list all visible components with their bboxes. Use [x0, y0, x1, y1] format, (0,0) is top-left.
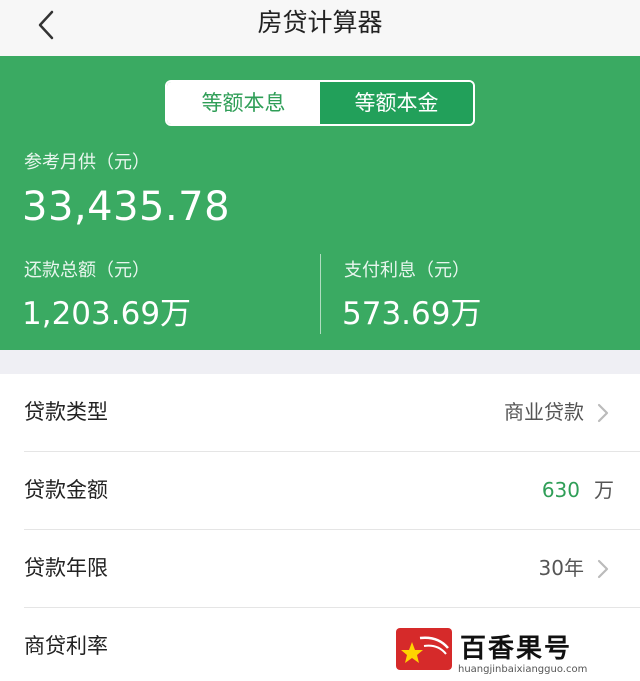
interest-value: 573.69万 [342, 296, 482, 332]
watermark-text: 百香果号 [460, 634, 573, 664]
total-repayment-value: 1,203.69万 [22, 296, 192, 332]
loan-type-value: 商业贷款 [504, 400, 584, 424]
watermark-logo-icon [396, 628, 452, 670]
monthly-payment-label: 参考月供（元） [24, 152, 150, 173]
watermark-url: huangjinbaixiangguo.com [458, 664, 588, 675]
tab-equal-principal[interactable]: 等额本金 [320, 82, 473, 124]
watermark: 百香果号 huangjinbaixiangguo.com [392, 626, 640, 681]
loan-type-label: 贷款类型 [24, 400, 108, 424]
chevron-right-icon [597, 403, 609, 423]
loan-type-row[interactable]: 贷款类型 商业贷款 [0, 374, 640, 451]
loan-term-row[interactable]: 贷款年限 30年 [0, 530, 640, 607]
interest-label: 支付利息（元） [344, 260, 470, 281]
loan-amount-label: 贷款金额 [24, 478, 108, 502]
loan-amount-input[interactable]: 630 [542, 452, 580, 529]
monthly-payment-value: 33,435.78 [22, 184, 231, 230]
nav-bar: 房贷计算器 [0, 0, 640, 56]
tab-equal-installment[interactable]: 等额本息 [167, 82, 320, 124]
loan-term-label: 贷款年限 [24, 556, 108, 580]
total-repayment-label: 还款总额（元） [24, 260, 150, 281]
rate-label: 商贷利率 [24, 634, 108, 658]
loan-amount-unit: 万 [594, 478, 614, 502]
loan-amount-row[interactable]: 贷款金额 630 万 [0, 452, 640, 529]
loan-term-value: 30年 [538, 556, 584, 580]
summary-panel: 等额本息 等额本金 参考月供（元） 33,435.78 还款总额（元） 1,20… [0, 56, 640, 350]
chevron-right-icon [597, 559, 609, 579]
repayment-mode-toggle: 等额本息 等额本金 [165, 80, 475, 126]
divider [320, 254, 321, 334]
page-title: 房贷计算器 [257, 8, 383, 37]
